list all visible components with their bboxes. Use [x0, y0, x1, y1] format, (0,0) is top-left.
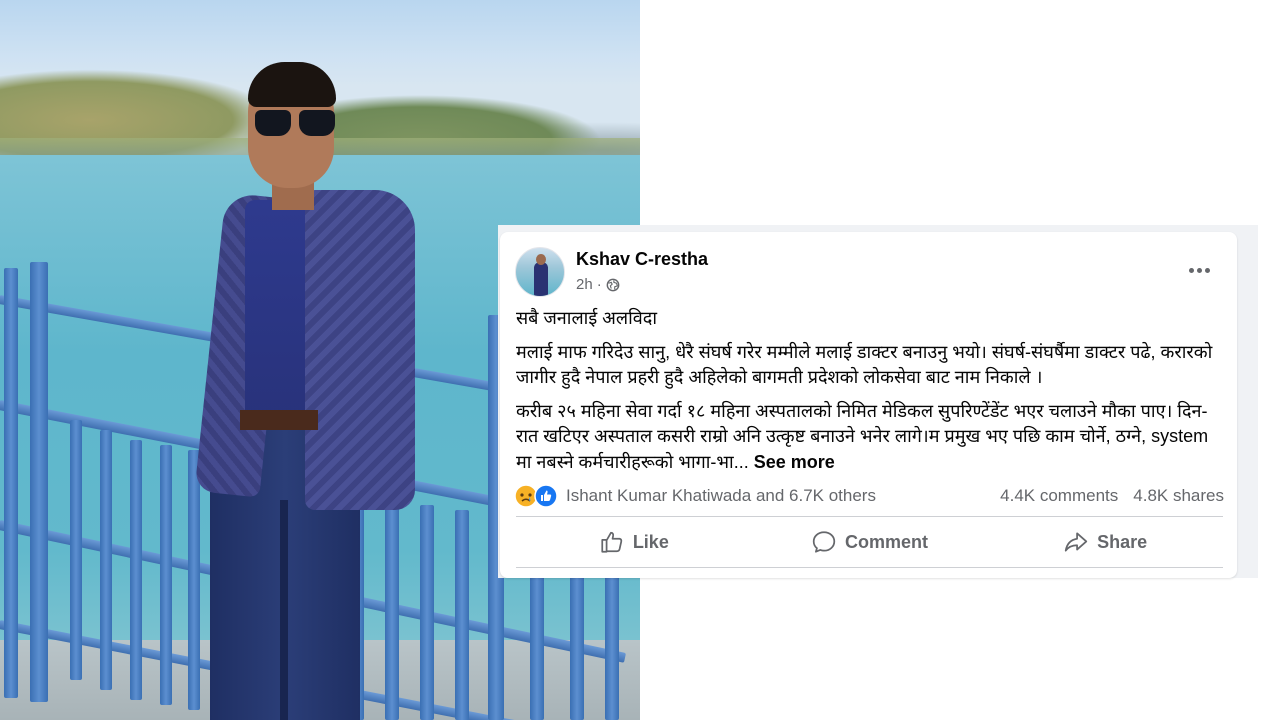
pants-shadow — [280, 500, 288, 720]
post-body: सबै जनालाई अलविदा मलाई माफ गरिदेउ सानु, … — [516, 306, 1224, 483]
hair — [248, 62, 336, 107]
facebook-post-card: Kshav C-restha 2h · सबै जनालाई अलविदा मल… — [500, 232, 1237, 578]
fence-post — [4, 268, 18, 698]
fence-post — [100, 430, 112, 690]
share-button[interactable]: Share — [987, 522, 1223, 562]
post-stats: 4.4K comments 4.8K shares — [1000, 486, 1224, 506]
reactions-count[interactable]: Ishant Kumar Khatiwada and 6.7K others — [566, 486, 876, 506]
divider — [516, 567, 1223, 568]
comment-button[interactable]: Comment — [752, 522, 988, 562]
more-options-icon[interactable] — [1187, 258, 1211, 282]
share-icon — [1064, 532, 1088, 552]
post-meta: 2h · — [576, 276, 620, 293]
fence-post — [70, 420, 82, 680]
post-actions: Like Comment Share — [516, 520, 1223, 564]
post-paragraph-text: करीब २५ महिना सेवा गर्दा १८ महिना अस्पता… — [516, 400, 1209, 472]
comments-count[interactable]: 4.4K comments — [1000, 486, 1118, 506]
see-more-link[interactable]: See more — [754, 452, 835, 472]
globe-icon — [606, 278, 620, 291]
fence-post — [30, 262, 48, 702]
fence-post — [160, 445, 172, 705]
fence-post — [188, 450, 200, 710]
meta-separator: · — [596, 276, 602, 293]
reactions-bar: Ishant Kumar Khatiwada and 6.7K others 4… — [514, 482, 1224, 510]
comment-label: Comment — [845, 531, 929, 552]
sunglasses — [255, 110, 339, 136]
post-author[interactable]: Kshav C-restha — [576, 249, 708, 270]
post-paragraph: मलाई माफ गरिदेउ सानु, धेरै संघर्ष गरेर म… — [516, 341, 1213, 388]
fence-post — [455, 510, 469, 720]
post-time[interactable]: 2h — [576, 276, 593, 293]
avatar-figure — [534, 262, 548, 296]
shares-count[interactable]: 4.8K shares — [1133, 486, 1224, 506]
like-button[interactable]: Like — [516, 522, 752, 562]
divider — [516, 516, 1223, 517]
fence-post — [130, 440, 142, 700]
comment-icon — [812, 531, 836, 553]
belt — [240, 410, 318, 430]
jacket-right — [305, 190, 415, 510]
person-figure — [194, 60, 440, 720]
like-reaction-icon — [534, 484, 558, 508]
post-paragraph: करीब २५ महिना सेवा गर्दा १८ महिना अस्पता… — [516, 399, 1224, 476]
avatar-head — [536, 254, 546, 265]
post-paragraph: सबै जनालाई अलविदा — [516, 308, 658, 328]
thumbs-up-icon — [601, 531, 622, 553]
avatar[interactable] — [515, 247, 565, 297]
like-label: Like — [632, 531, 669, 552]
share-label: Share — [1097, 531, 1148, 552]
reaction-icons[interactable] — [514, 484, 558, 508]
